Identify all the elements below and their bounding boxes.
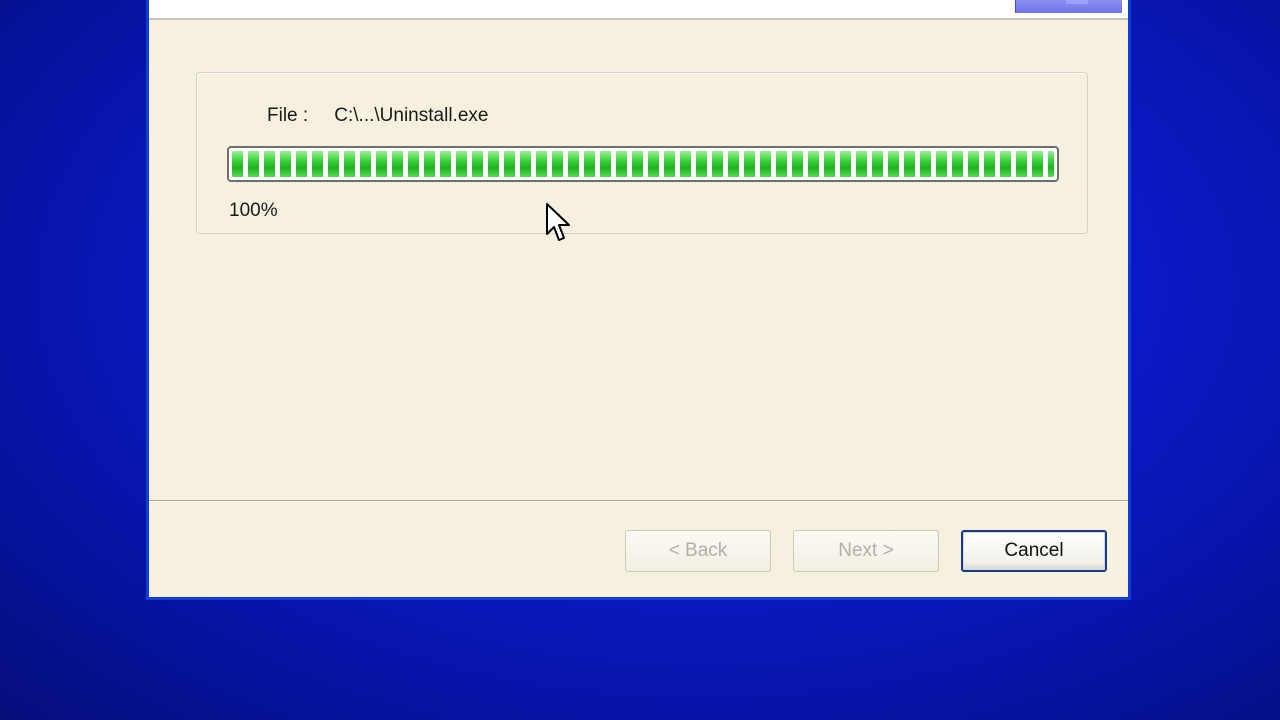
progress-percent: 100% xyxy=(229,200,278,221)
header-banner-image xyxy=(1015,0,1122,13)
next-button[interactable]: Next > xyxy=(793,530,939,572)
progress-fill xyxy=(232,151,1054,177)
installer-dialog: File : C:\...\Uninstall.exe 100% < Back … xyxy=(149,0,1128,597)
header-banner-detail xyxy=(1066,0,1088,4)
desktop-background: File : C:\...\Uninstall.exe 100% < Back … xyxy=(0,0,1280,720)
back-button[interactable]: < Back xyxy=(625,530,771,572)
footer-divider xyxy=(149,500,1128,502)
file-path: C:\...\Uninstall.exe xyxy=(334,105,489,126)
current-file-row: File : C:\...\Uninstall.exe xyxy=(267,105,488,127)
progress-bar xyxy=(227,146,1059,182)
file-label: File : xyxy=(267,105,309,126)
progress-group-box: File : C:\...\Uninstall.exe 100% xyxy=(196,72,1088,234)
progress-track xyxy=(232,151,1054,177)
cancel-button[interactable]: Cancel xyxy=(961,530,1107,572)
installer-window: File : C:\...\Uninstall.exe 100% < Back … xyxy=(146,0,1131,600)
dialog-header xyxy=(149,0,1128,20)
